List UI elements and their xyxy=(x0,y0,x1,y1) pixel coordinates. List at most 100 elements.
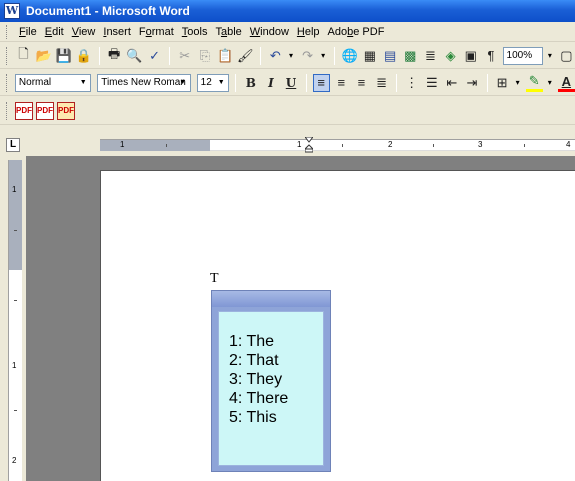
paste-icon[interactable]: 📋 xyxy=(216,47,233,65)
menu-help[interactable]: Help xyxy=(293,26,324,38)
numbering-icon[interactable]: ⋮ xyxy=(403,74,420,92)
chevron-down-icon[interactable]: ▼ xyxy=(215,76,227,90)
redo-icon[interactable]: ↷ xyxy=(299,47,316,65)
highlight-icon[interactable]: ✎ xyxy=(525,73,543,92)
print-preview-icon[interactable]: 🔍 xyxy=(126,47,143,65)
permission-icon[interactable]: 🔒 xyxy=(75,47,92,65)
print-icon[interactable]: 🖶 xyxy=(106,46,123,65)
align-right-icon[interactable]: ≡ xyxy=(353,74,370,92)
indent-marker-icon[interactable] xyxy=(305,137,313,153)
ruler-label: 2 xyxy=(12,456,17,465)
typed-text: T xyxy=(210,271,219,286)
suggestion-item[interactable]: 3: They xyxy=(229,370,323,389)
toolbar-grip[interactable] xyxy=(6,101,9,120)
borders-icon[interactable]: ⊞ xyxy=(494,74,511,92)
decrease-indent-icon[interactable]: ⇤ xyxy=(443,74,460,92)
menu-grip[interactable] xyxy=(6,24,9,39)
toolbar-separator xyxy=(334,46,336,65)
ruler-label: 3 xyxy=(478,140,483,149)
font-color-icon[interactable]: A xyxy=(557,74,575,92)
columns-icon[interactable]: ≣ xyxy=(422,47,439,65)
new-document-icon[interactable]: 🗋 xyxy=(15,46,32,65)
toolbar-grip[interactable] xyxy=(6,46,9,65)
ruler-tick xyxy=(524,144,525,147)
redo-dropdown-arrow[interactable]: ▾ xyxy=(321,51,325,60)
insert-table-icon[interactable]: ▤ xyxy=(382,47,399,65)
suggestion-item[interactable]: 5: This xyxy=(229,408,323,427)
horizontal-ruler[interactable]: 1 1 2 3 4 xyxy=(100,137,575,153)
menu-view[interactable]: View xyxy=(68,26,100,38)
font-size-combo[interactable]: 12 ▼ xyxy=(196,73,230,92)
bullets-icon[interactable]: ☰ xyxy=(423,74,440,92)
align-left-icon[interactable]: ≡ xyxy=(312,73,330,92)
font-combo[interactable]: Times New Roman ▼ xyxy=(97,73,191,92)
bold-button[interactable]: B xyxy=(242,74,259,92)
show-hide-icon[interactable]: ¶ xyxy=(482,47,499,65)
format-painter-icon[interactable]: 🖌 xyxy=(237,47,254,65)
convert-and-email-icon[interactable]: PDF xyxy=(36,101,54,120)
suggestion-item[interactable]: 1: The xyxy=(229,332,323,351)
toolbar-separator xyxy=(305,73,307,92)
menu-bar: File Edit View Insert Format Tools Table… xyxy=(0,22,575,42)
tab-selector[interactable]: L xyxy=(6,138,20,152)
insert-excel-icon[interactable]: ▩ xyxy=(402,47,419,65)
align-center-icon[interactable]: ≡ xyxy=(333,74,350,92)
copy-icon[interactable]: ⎘ xyxy=(196,47,213,65)
title-bar[interactable]: W Document1 - Microsoft Word xyxy=(0,0,575,22)
ruler-tick xyxy=(14,300,17,301)
underline-button[interactable]: U xyxy=(282,74,299,92)
ruler-label: 1 xyxy=(120,140,125,149)
hyperlink-icon[interactable]: 🌐 xyxy=(341,47,358,65)
menu-table[interactable]: Table xyxy=(211,26,245,38)
menu-edit[interactable]: Edit xyxy=(41,26,68,38)
menu-adobe-pdf[interactable]: Adobe PDF xyxy=(324,26,389,38)
increase-indent-icon[interactable]: ⇥ xyxy=(463,74,480,92)
cut-icon[interactable]: ✂ xyxy=(176,47,193,65)
menu-window[interactable]: Window xyxy=(246,26,293,38)
convert-to-pdf-icon[interactable]: PDF xyxy=(15,101,33,120)
document-page[interactable] xyxy=(100,170,575,481)
toolbar-separator xyxy=(98,46,100,65)
window-title: Document1 - Microsoft Word xyxy=(26,4,190,18)
chevron-down-icon[interactable]: ▼ xyxy=(177,76,189,90)
ruler-tick xyxy=(14,410,17,411)
toolbar-separator xyxy=(169,46,171,65)
borders-dropdown-arrow[interactable]: ▾ xyxy=(516,78,520,87)
ruler-label: 1 xyxy=(297,140,302,149)
adobe-pdf-toolbar: PDF PDF PDF xyxy=(0,97,575,125)
drawing-icon[interactable]: ◈ xyxy=(442,47,459,65)
open-folder-icon[interactable]: 📂 xyxy=(35,47,52,65)
ruler-label: 1 xyxy=(12,185,17,194)
toolbar-grip[interactable] xyxy=(6,73,9,92)
formatting-toolbar: Normal ▼ Times New Roman ▼ 12 ▼ B I U ≡ ≡ ≡… xyxy=(0,70,575,96)
highlight-dropdown-arrow[interactable]: ▾ xyxy=(548,78,552,87)
justify-icon[interactable]: ≣ xyxy=(373,74,390,92)
menu-insert[interactable]: Insert xyxy=(99,26,135,38)
suggestion-item[interactable]: 4: There xyxy=(229,389,323,408)
save-icon[interactable]: 💾 xyxy=(55,47,72,65)
undo-dropdown-arrow[interactable]: ▾ xyxy=(289,51,293,60)
vertical-ruler[interactable]: 1 1 2 xyxy=(8,160,22,481)
word-app-icon[interactable]: W xyxy=(4,3,20,19)
chevron-down-icon[interactable]: ▼ xyxy=(77,76,89,90)
menu-format[interactable]: Format xyxy=(135,26,178,38)
toolbar-separator xyxy=(486,73,488,92)
zoom-box[interactable]: 100% xyxy=(502,46,543,65)
tables-borders-icon[interactable]: ▦ xyxy=(361,47,378,65)
ruler-row: L 1 1 2 3 4 xyxy=(0,134,575,156)
help-icon[interactable]: ▢ xyxy=(558,47,575,65)
undo-icon[interactable]: ↶ xyxy=(267,47,284,65)
ruler-tick xyxy=(14,230,17,231)
standard-toolbar: 🗋 📂 💾 🔒 🖶 🔍 ✓ ✂ ⎘ 📋 🖌 ↶ ▾ ↷ ▾ 🌐 ▦ ▤ ▩ ≣ … xyxy=(0,43,575,69)
italic-button[interactable]: I xyxy=(262,74,279,92)
document-map-icon[interactable]: ▣ xyxy=(462,47,479,65)
toolbar-separator xyxy=(259,46,261,65)
menu-tools[interactable]: Tools xyxy=(178,26,212,38)
popup-header[interactable] xyxy=(212,291,330,307)
style-combo[interactable]: Normal ▼ xyxy=(14,73,92,92)
zoom-dropdown-arrow[interactable]: ▾ xyxy=(548,51,552,60)
spelling-icon[interactable]: ✓ xyxy=(146,47,163,65)
menu-file[interactable]: File xyxy=(15,26,41,38)
suggestion-item[interactable]: 2: That xyxy=(229,351,323,370)
convert-and-review-icon[interactable]: PDF xyxy=(57,101,75,120)
